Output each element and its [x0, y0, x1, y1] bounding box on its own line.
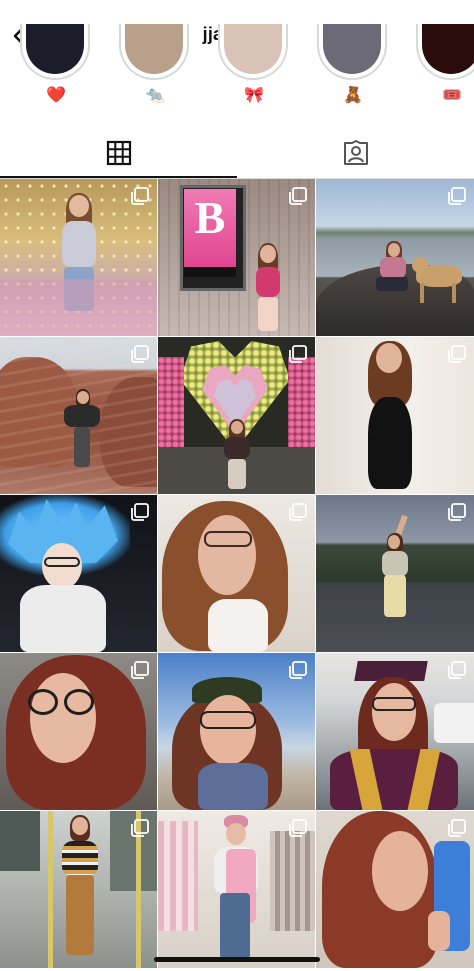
post-thumbnail[interactable] — [316, 179, 474, 336]
post-thumbnail[interactable] — [316, 653, 474, 810]
multi-photo-icon — [131, 819, 149, 837]
multi-photo-icon — [289, 345, 307, 363]
highlight-item[interactable]: 🎀 — [218, 24, 290, 112]
highlight-item[interactable]: ❤️ — [20, 24, 92, 112]
multi-photo-icon — [131, 503, 149, 521]
post-thumbnail[interactable] — [316, 337, 474, 494]
highlight-emoji: 🎀 — [244, 87, 264, 104]
multi-photo-icon — [131, 187, 149, 205]
grid-icon — [106, 140, 131, 165]
highlight-cover — [119, 24, 189, 80]
tab-posts-grid[interactable] — [0, 128, 237, 178]
multi-photo-icon — [448, 345, 466, 363]
tagged-person-icon — [343, 139, 368, 165]
tab-tagged[interactable] — [237, 128, 474, 177]
highlight-emoji: 🐀 — [145, 87, 165, 104]
highlight-cover — [218, 24, 288, 80]
highlight-emoji: ❤️ — [46, 87, 66, 104]
highlight-cover — [20, 24, 90, 80]
highlight-item[interactable]: 🎟️ — [416, 24, 474, 112]
highlight-cover — [317, 24, 387, 80]
post-thumbnail[interactable] — [0, 811, 157, 968]
multi-photo-icon — [289, 503, 307, 521]
multi-photo-icon — [131, 661, 149, 679]
post-thumbnail[interactable] — [316, 811, 474, 968]
multi-photo-icon — [289, 819, 307, 837]
post-thumbnail[interactable] — [316, 495, 474, 652]
multi-photo-icon — [448, 661, 466, 679]
highlight-item[interactable]: 🐀 — [119, 24, 191, 112]
multi-photo-icon — [131, 345, 149, 363]
profile-tabs — [0, 128, 474, 179]
highlight-item[interactable]: 🧸 — [317, 24, 389, 112]
multi-photo-icon — [448, 187, 466, 205]
multi-photo-icon — [289, 661, 307, 679]
post-thumbnail[interactable] — [0, 179, 157, 336]
multi-photo-icon — [289, 187, 307, 205]
post-thumbnail[interactable] — [0, 495, 157, 652]
posts-grid: B — [0, 179, 474, 968]
highlight-emoji: 🧸 — [343, 87, 363, 104]
post-thumbnail[interactable] — [158, 653, 315, 810]
post-thumbnail[interactable] — [0, 337, 157, 494]
multi-photo-icon — [448, 819, 466, 837]
post-thumbnail[interactable] — [158, 811, 315, 968]
highlight-cover — [416, 24, 474, 80]
post-thumbnail[interactable] — [158, 337, 315, 494]
post-thumbnail[interactable] — [0, 653, 157, 810]
post-thumbnail[interactable]: B — [158, 179, 315, 336]
post-thumbnail[interactable] — [158, 495, 315, 652]
highlight-emoji: 🎟️ — [442, 87, 462, 104]
home-indicator[interactable] — [154, 957, 320, 962]
multi-photo-icon — [448, 503, 466, 521]
story-highlights: ❤️ 🐀 🎀 🧸 🎟️ — [0, 24, 474, 112]
